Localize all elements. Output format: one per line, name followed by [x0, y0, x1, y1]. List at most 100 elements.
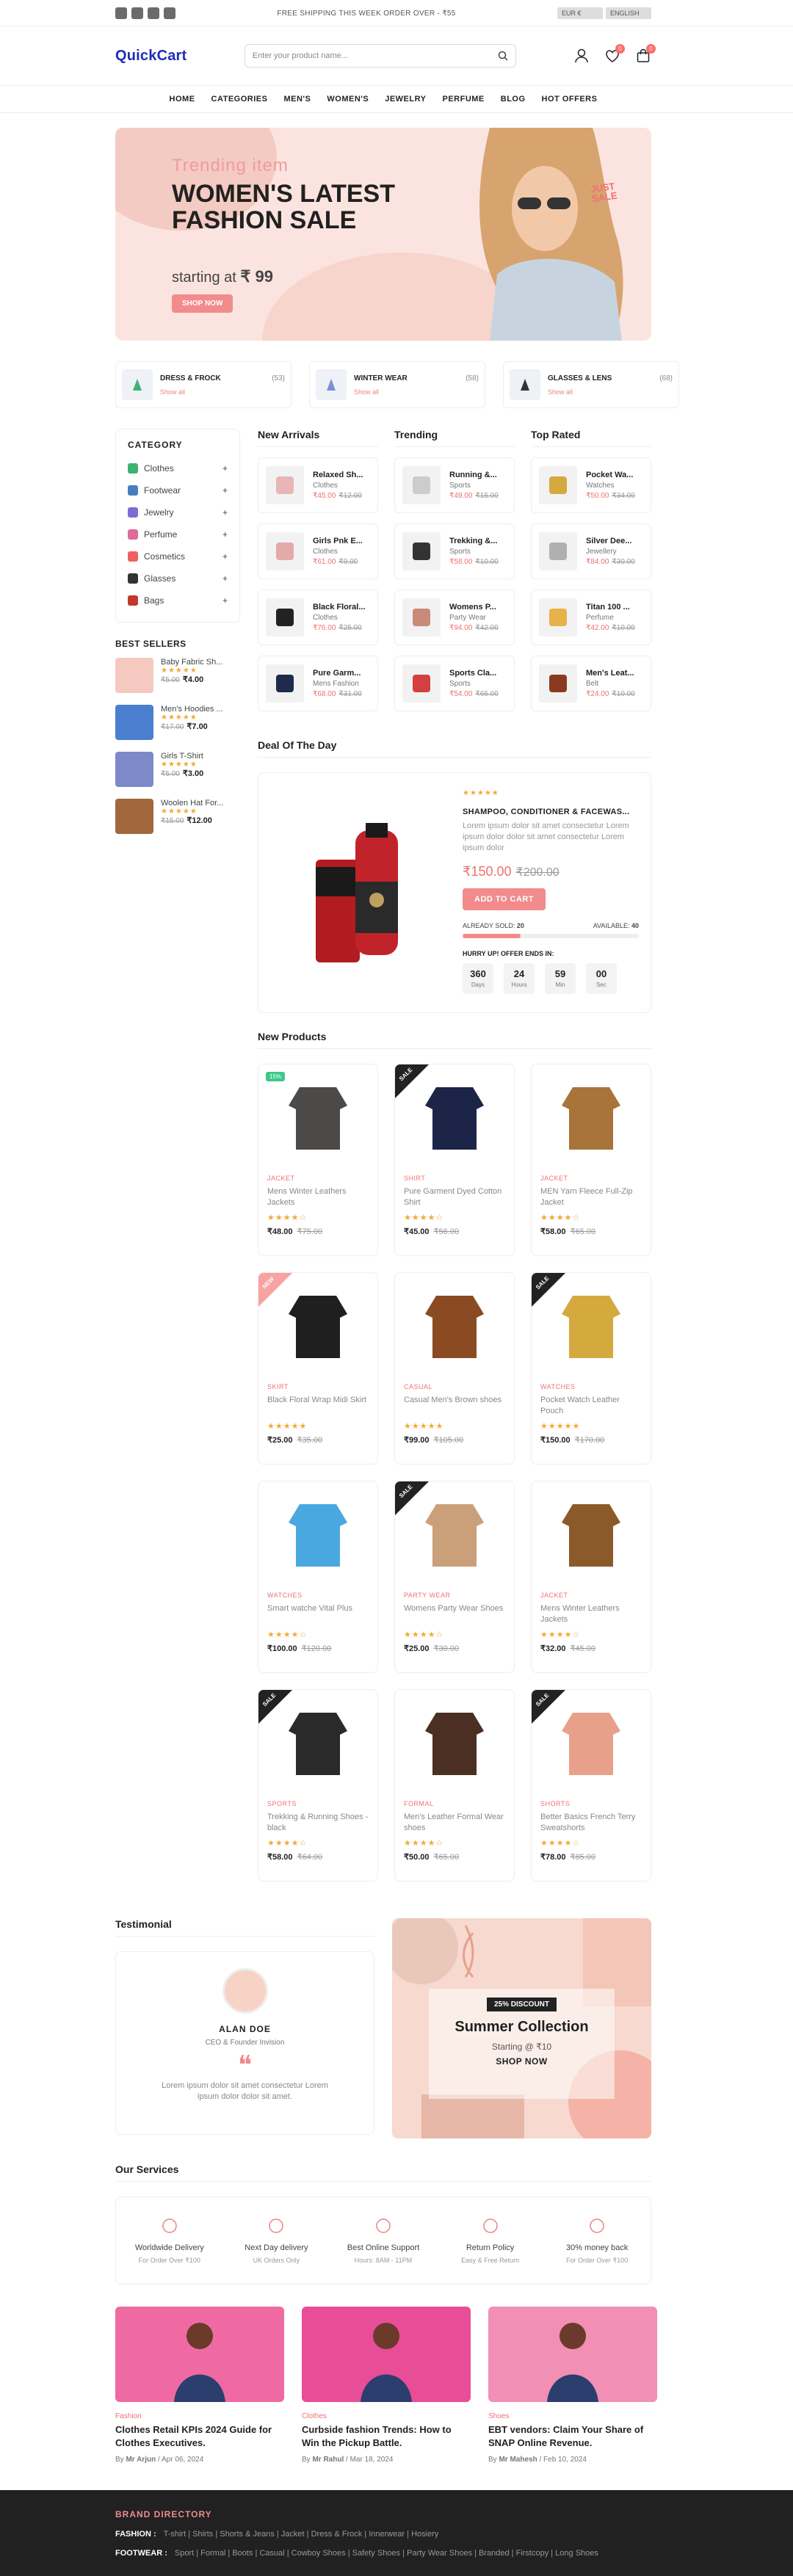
nav-item-7[interactable]: HOT OFFERS [542, 95, 598, 104]
sidebar-item-glasses[interactable]: Glasses + [128, 567, 228, 589]
category-card[interactable]: DRESS & FROCK (53) Show all [115, 361, 292, 408]
product-card[interactable]: SALE SHIRT Pure Garment Dyed Cotton Shirt ★… [394, 1064, 515, 1256]
product-card[interactable]: SALE WATCHES Pocket Watch Leather Pouch ★★★… [531, 1272, 651, 1465]
product-name[interactable]: Mens Winter Leathers Jackets [540, 1603, 642, 1625]
product-name[interactable]: Black Floral Wrap Midi Skirt [267, 1395, 369, 1417]
sidebar-item-perfume[interactable]: Perfume + [128, 523, 228, 545]
blog-post[interactable]: Clothes Curbside fashion Trends: How to W… [302, 2307, 471, 2464]
mini-product-card[interactable]: Girls Pnk E... Clothes ₹61.00 ₹9.00 [258, 523, 378, 579]
mini-product-card[interactable]: Men's Leat... Belt ₹24.00 ₹10.00 [531, 656, 651, 711]
promo-shop-now-link[interactable]: SHOP NOW [429, 2056, 615, 2067]
blog-post[interactable]: Shoes EBT vendors: Claim Your Share of SN… [488, 2307, 657, 2464]
instagram-icon[interactable] [148, 7, 159, 19]
logo[interactable]: QuickCart [115, 48, 187, 65]
plus-icon[interactable]: + [222, 507, 228, 518]
service-item[interactable]: 30% money back For Order Over ₹100 [549, 2217, 645, 2265]
product-card[interactable]: JACKET MEN Yarn Fleece Full-Zip Jacket ★★★… [531, 1064, 651, 1256]
nav-item-6[interactable]: BLOG [501, 95, 526, 104]
sidebar-item-clothes[interactable]: Clothes + [128, 457, 228, 479]
product-name[interactable]: Womens Party Wear Shoes [404, 1603, 505, 1625]
product-card[interactable]: FORMAL Men's Leather Formal Wear shoes ★★★… [394, 1689, 515, 1882]
service-item[interactable]: Return Policy Easy & Free Return [443, 2217, 538, 2264]
blog-title[interactable]: Curbside fashion Trends: How to Win the … [302, 2423, 471, 2450]
blog-post[interactable]: Fashion Clothes Retail KPIs 2024 Guide fo… [115, 2307, 284, 2464]
product-card[interactable]: WATCHES Smart watche Vital Plus ★★★★☆ ₹100.… [258, 1481, 378, 1673]
add-to-cart-button[interactable]: ADD TO CART [463, 888, 546, 910]
service-item[interactable]: Worldwide Delivery For Order Over ₹100 [122, 2217, 217, 2265]
product-card[interactable]: CASUAL Casual Men's Brown shoes ★★★★★ ₹99.0… [394, 1272, 515, 1465]
show-all-link[interactable]: Show all [160, 388, 285, 396]
language-select[interactable]: ENGLISH [605, 7, 651, 19]
heart-icon[interactable]: 0 [604, 44, 625, 64]
mini-product-card[interactable]: Titan 100 ... Perfume ₹42.00 ₹10.00 [531, 589, 651, 645]
mini-product-card[interactable]: Pocket Wa... Watches ₹50.00 ₹34.00 [531, 457, 651, 513]
user-icon[interactable] [573, 48, 590, 64]
mini-product-card[interactable]: Pure Garm... Mens Fashion ₹68.00 ₹31.00 [258, 656, 378, 711]
plus-icon[interactable]: + [222, 463, 228, 474]
mini-product-card[interactable]: Relaxed Sh... Clothes ₹45.00 ₹12.00 [258, 457, 378, 513]
footer-row-links[interactable]: Sport | Formal | Boots | Casual | Cowboy… [175, 2549, 598, 2558]
blog-title[interactable]: EBT vendors: Claim Your Share of SNAP On… [488, 2423, 657, 2450]
plus-icon[interactable]: + [222, 529, 228, 540]
mini-product-price: ₹24.00 ₹10.00 [586, 690, 635, 698]
product-card[interactable]: SALE SPORTS Trekking & Running Shoes - bla… [258, 1689, 378, 1882]
show-all-link[interactable]: Show all [354, 388, 479, 396]
product-name[interactable]: Mens Winter Leathers Jackets [267, 1186, 369, 1208]
mini-product-card[interactable]: Trekking &... Sports ₹58.00 ₹10.00 [394, 523, 515, 579]
sidebar-item-jewelry[interactable]: Jewelry + [128, 501, 228, 523]
product-name[interactable]: Men's Leather Formal Wear shoes [404, 1812, 505, 1834]
best-seller-item[interactable]: Men's Hoodies ... ★★★★★ ₹17.00 ₹7.00 [115, 705, 240, 740]
product-grid: 15% JACKET Mens Winter Leathers Jackets ★★★… [258, 1064, 651, 1882]
facebook-icon[interactable] [115, 7, 127, 19]
product-name[interactable]: Better Basics French Terry Sweatshorts [540, 1812, 642, 1834]
search-icon[interactable] [498, 51, 508, 61]
nav-item-5[interactable]: PERFUME [442, 95, 484, 104]
product-card[interactable]: 15% JACKET Mens Winter Leathers Jackets ★★★… [258, 1064, 378, 1256]
product-card[interactable]: SALE PARTY WEAR Womens Party Wear Shoes ★★★… [394, 1481, 515, 1673]
shop-now-button[interactable]: SHOP NOW [172, 294, 233, 313]
mini-product-card[interactable]: Silver Dee... Jewellery ₹84.00 ₹30.00 [531, 523, 651, 579]
nav-item-2[interactable]: MEN'S [283, 95, 311, 104]
mini-product-card[interactable]: Sports Cla... Sports ₹54.00 ₹65.00 [394, 656, 515, 711]
mini-product-card[interactable]: Running &... Sports ₹49.00 ₹15.00 [394, 457, 515, 513]
bag-icon[interactable]: 0 [635, 44, 656, 64]
blog-title[interactable]: Clothes Retail KPIs 2024 Guide for Cloth… [115, 2423, 284, 2450]
sidebar-item-footwear[interactable]: Footwear + [128, 479, 228, 501]
footer-row-links[interactable]: T-shirt | Shirts | Shorts & Jeans | Jack… [164, 2530, 439, 2539]
product-name[interactable]: Pure Garment Dyed Cotton Shirt [404, 1186, 505, 1208]
show-all-link[interactable]: Show all [548, 388, 673, 396]
product-card[interactable]: JACKET Mens Winter Leathers Jackets ★★★★☆ ₹… [531, 1481, 651, 1673]
service-item[interactable]: Best Online Support Hours: 8AM - 11PM [336, 2217, 431, 2264]
plus-icon[interactable]: + [222, 573, 228, 584]
product-name[interactable]: Trekking & Running Shoes - black [267, 1812, 369, 1834]
nav-item-4[interactable]: JEWELRY [385, 95, 426, 104]
sidebar-item-cosmetics[interactable]: Cosmetics + [128, 545, 228, 567]
mini-product-card[interactable]: Black Floral... Clothes ₹76.00 ₹25.00 [258, 589, 378, 645]
product-card[interactable]: SALE SHORTS Better Basics French Terry Swe… [531, 1689, 651, 1882]
twitter-icon[interactable] [131, 7, 143, 19]
mini-product-card[interactable]: Womens P... Party Wear ₹94.00 ₹42.00 [394, 589, 515, 645]
plus-icon[interactable]: + [222, 485, 228, 496]
category-card[interactable]: GLASSES & LENS (68) Show all [503, 361, 679, 408]
service-item[interactable]: Next Day delivery UK Orders Only [228, 2217, 324, 2264]
summer-promo[interactable]: 25% DISCOUNT Summer Collection Starting … [392, 1918, 651, 2138]
best-seller-item[interactable]: Girls T-Shirt ★★★★★ ₹5.00 ₹3.00 [115, 752, 240, 787]
plus-icon[interactable]: + [222, 551, 228, 562]
best-seller-item[interactable]: Baby Fabric Sh... ★★★★★ ₹5.00 ₹4.00 [115, 658, 240, 693]
category-card[interactable]: WINTER WEAR (58) Show all [309, 361, 485, 408]
search-input[interactable]: Enter your product name... [244, 44, 516, 68]
nav-item-0[interactable]: HOME [170, 95, 195, 104]
nav-item-3[interactable]: WOMEN'S [327, 95, 369, 104]
sidebar-item-bags[interactable]: Bags + [128, 589, 228, 612]
product-name[interactable]: Pocket Watch Leather Pouch [540, 1395, 642, 1417]
plus-icon[interactable]: + [222, 595, 228, 606]
product-card[interactable]: NEW SKIRT Black Floral Wrap Midi Skirt ★★★★… [258, 1272, 378, 1465]
currency-select[interactable]: EUR € [557, 7, 603, 19]
product-name[interactable]: Casual Men's Brown shoes [404, 1395, 505, 1417]
product-name[interactable]: MEN Yarn Fleece Full-Zip Jacket [540, 1186, 642, 1208]
linkedin-icon[interactable] [164, 7, 175, 19]
product-name[interactable]: Smart watche Vital Plus [267, 1603, 369, 1625]
best-seller-item[interactable]: Woolen Hat For... ★★★★★ ₹15.00 ₹12.00 [115, 799, 240, 834]
nav-item-1[interactable]: CATEGORIES [211, 95, 268, 104]
deal-title[interactable]: SHAMPOO, CONDITIONER & FACEWAS... [463, 808, 639, 816]
